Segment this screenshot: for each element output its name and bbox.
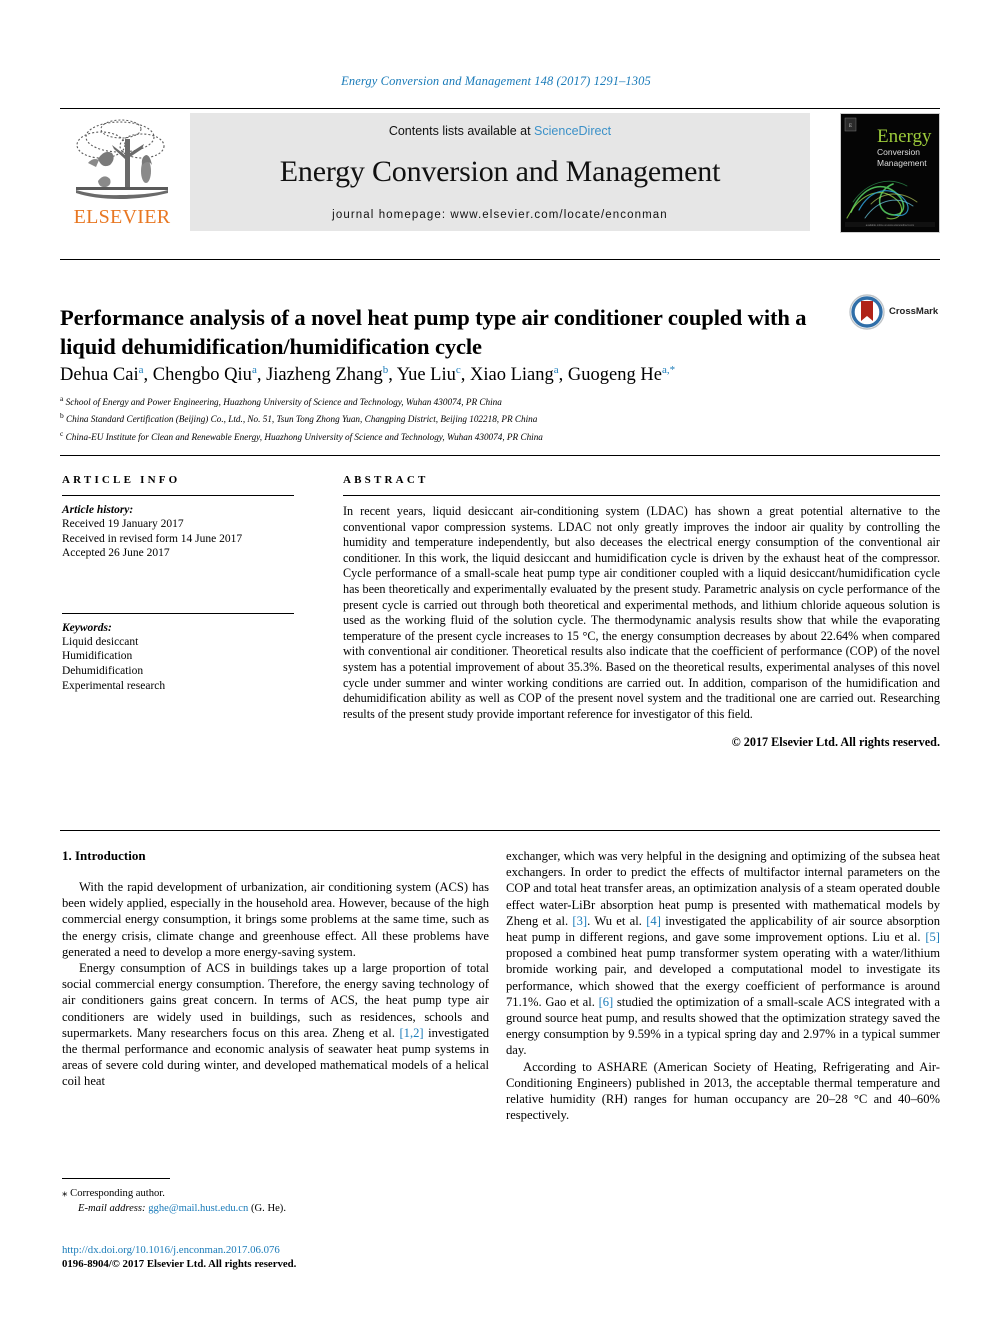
keywords-rule bbox=[62, 612, 294, 614]
author-name: Dehua Cai bbox=[60, 365, 139, 386]
author-list: Dehua Caia, Chengbo Qiua, Jiazheng Zhang… bbox=[60, 364, 676, 386]
abstract-text: In recent years, liquid desiccant air-co… bbox=[343, 504, 940, 721]
article-history-label: Article history: bbox=[62, 504, 134, 516]
svg-text:Management: Management bbox=[877, 158, 927, 168]
affiliation-list: a School of Energy and Power Engineering… bbox=[60, 392, 940, 444]
doi-block: http://dx.doi.org/10.1016/j.enconman.201… bbox=[62, 1243, 492, 1272]
author-affil-mark: a,* bbox=[661, 364, 676, 376]
abstract-copyright: © 2017 Elsevier Ltd. All rights reserved… bbox=[731, 735, 940, 750]
author-name: Jiazheng Zhang bbox=[266, 365, 383, 386]
keyword-item: Humidification bbox=[62, 650, 133, 663]
paragraph: exchanger, which was very helpful in the… bbox=[506, 848, 940, 1059]
masthead-center-panel: Contents lists available at ScienceDirec… bbox=[190, 113, 810, 231]
svg-text:E: E bbox=[849, 124, 852, 129]
author-item: Jiazheng Zhangb bbox=[266, 364, 389, 386]
crossmark-label: CrossMark bbox=[889, 306, 939, 317]
citation-ref[interactable]: [6] bbox=[599, 995, 614, 1009]
keywords-block: Keywords: Liquid desiccant Humidificatio… bbox=[62, 612, 294, 693]
email-owner: (G. He). bbox=[250, 1202, 286, 1214]
affiliation-mark: c bbox=[60, 428, 64, 438]
author-name: Chengbo Qiu bbox=[152, 365, 252, 386]
info-divider bbox=[60, 455, 940, 456]
abstract-bottom-divider bbox=[60, 830, 940, 831]
article-history-item: Received 19 January 2017 bbox=[62, 518, 184, 530]
author-item: Dehua Caia bbox=[60, 364, 144, 386]
abstract-rule bbox=[343, 495, 940, 496]
journal-title: Energy Conversion and Management bbox=[279, 155, 721, 188]
contents-prefix: Contents lists available at bbox=[388, 124, 535, 138]
article-info-label: ARTICLE INFO bbox=[62, 474, 181, 486]
paragraph-text: . Wu et al. bbox=[587, 913, 647, 928]
author-item: Yue Liuc bbox=[396, 364, 461, 386]
citation-ref[interactable]: [5] bbox=[925, 930, 940, 944]
body-column-right: exchanger, which was very helpful in the… bbox=[506, 848, 940, 1123]
article-info-rule bbox=[62, 495, 294, 496]
crossmark-icon bbox=[849, 294, 885, 330]
affiliation-item: a School of Energy and Power Engineering… bbox=[60, 392, 940, 409]
svg-text:Energy: Energy bbox=[877, 126, 932, 147]
keyword-item: Dehumidification bbox=[62, 664, 144, 677]
section-heading-introduction: 1. Introduction bbox=[62, 848, 146, 863]
keyword-item: Experimental research bbox=[62, 679, 166, 692]
affiliation-text: China Standard Certification (Beijing) C… bbox=[66, 414, 538, 425]
journal-cover-thumbnail: E Energy Conversion Management available… bbox=[840, 113, 940, 233]
affiliation-item: b China Standard Certification (Beijing)… bbox=[60, 409, 940, 426]
paragraph: Energy consumption of ACS in buildings t… bbox=[62, 960, 489, 1090]
paragraph: With the rapid development of urbanizati… bbox=[62, 880, 489, 959]
corresponding-author-label: Corresponding author. bbox=[70, 1188, 165, 1199]
svg-text:Conversion: Conversion bbox=[877, 147, 920, 157]
affiliation-text: China-EU Institute for Clean and Renewab… bbox=[65, 431, 543, 442]
title-divider bbox=[60, 259, 940, 260]
article-history-item: Accepted 26 June 2017 bbox=[62, 547, 170, 560]
email-line: E-mail address: gghe@mail.hust.edu.cn (G… bbox=[62, 1202, 492, 1217]
keywords-label: Keywords: bbox=[62, 621, 112, 634]
article-history-item: Received in revised form 14 June 2017 bbox=[62, 532, 243, 545]
affiliation-item: c China-EU Institute for Clean and Renew… bbox=[60, 427, 940, 444]
author-item: Chengbo Qiua bbox=[152, 364, 257, 386]
page-title: Performance analysis of a novel heat pum… bbox=[60, 305, 807, 360]
author-affil-mark: a bbox=[138, 364, 144, 376]
author-name: Guogeng He bbox=[567, 365, 662, 386]
keyword-item: Liquid desiccant bbox=[62, 635, 139, 648]
elsevier-logo: ELSEVIER bbox=[60, 113, 183, 231]
affiliation-text: School of Energy and Power Engineering, … bbox=[65, 397, 502, 408]
author-affil-mark: b bbox=[382, 364, 389, 376]
running-head: Energy Conversion and Management 148 (20… bbox=[341, 74, 651, 88]
crossmark-badge[interactable]: CrossMark bbox=[849, 294, 941, 330]
footnote-block: ⁎ Corresponding author. E-mail address: … bbox=[62, 1186, 492, 1216]
svg-text:available online at www.scienc: available online at www.sciencedirect.co… bbox=[866, 223, 914, 227]
issn-copyright: 0196-8904/© 2017 Elsevier Ltd. All right… bbox=[62, 1258, 297, 1271]
citation-ref[interactable]: [1,2] bbox=[399, 1026, 423, 1040]
author-affil-mark: a bbox=[553, 364, 559, 376]
affiliation-mark: b bbox=[60, 411, 64, 421]
email-link[interactable]: gghe@mail.hust.edu.cn bbox=[148, 1203, 248, 1214]
elsevier-wordmark: ELSEVIER bbox=[73, 206, 171, 228]
author-affil-mark: a bbox=[251, 364, 257, 376]
author-name: Yue Liu bbox=[396, 365, 456, 386]
journal-masthead: ELSEVIER Contents lists available at Sci… bbox=[60, 108, 940, 233]
author-name: Xiao Liang bbox=[470, 365, 554, 386]
email-label: E-mail address: bbox=[78, 1202, 146, 1214]
corresponding-author-mark: ⁎ bbox=[62, 1187, 68, 1199]
contents-line: Contents lists available at ScienceDirec… bbox=[190, 124, 810, 138]
author-item: Guogeng Hea,* bbox=[567, 364, 676, 386]
paragraph: According to ASHARE (American Society of… bbox=[506, 1059, 940, 1123]
elsevier-tree-icon bbox=[76, 119, 168, 199]
body-column-left: 1. Introduction With the rapid developme… bbox=[62, 848, 489, 1090]
footnote-divider bbox=[62, 1178, 170, 1179]
citation-ref[interactable]: [3] bbox=[572, 914, 587, 928]
author-item: Xiao Lianga bbox=[470, 364, 559, 386]
affiliation-mark: a bbox=[60, 394, 64, 403]
article-info-panel: ARTICLE INFO Article history: Received 1… bbox=[62, 474, 294, 693]
paper-page: Energy Conversion and Management 148 (20… bbox=[0, 0, 992, 1323]
journal-homepage[interactable]: journal homepage: www.elsevier.com/locat… bbox=[190, 209, 810, 221]
citation-ref[interactable]: [4] bbox=[646, 914, 661, 928]
doi-link[interactable]: http://dx.doi.org/10.1016/j.enconman.201… bbox=[62, 1243, 492, 1257]
abstract-label: ABSTRACT bbox=[343, 474, 429, 486]
author-affil-mark: c bbox=[455, 364, 461, 376]
abstract-panel: ABSTRACT In recent years, liquid desicca… bbox=[343, 474, 940, 750]
corresponding-author-line: ⁎ Corresponding author. bbox=[62, 1186, 492, 1202]
sciencedirect-link[interactable]: ScienceDirect bbox=[534, 124, 611, 138]
cover-artwork: E Energy Conversion Management available… bbox=[841, 114, 939, 232]
